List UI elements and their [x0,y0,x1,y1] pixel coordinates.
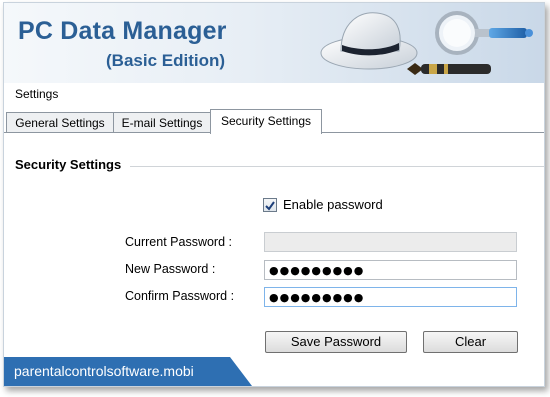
save-password-button[interactable]: Save Password [265,331,407,353]
tab-general-settings[interactable]: General Settings [6,112,114,133]
enable-password-label: Enable password [283,197,383,212]
header-illustration [320,11,533,75]
section-divider [130,166,544,167]
app-title: PC Data Manager [18,17,227,45]
app-window: PC Data Manager (Basic Edition) Settings… [3,2,545,387]
pen-icon [407,63,491,75]
magnifier-icon [435,11,533,55]
checkmark-icon [265,201,275,211]
section-title: Security Settings [15,157,122,172]
header-banner: PC Data Manager (Basic Edition) [4,3,544,83]
current-password-field[interactable] [264,232,517,252]
clear-button[interactable]: Clear [423,331,518,353]
tab-security-settings[interactable]: Security Settings [210,109,322,134]
settings-label: Settings [15,87,59,101]
new-password-label: New Password : [125,262,216,276]
enable-password-checkbox[interactable] [263,198,277,212]
confirm-password-label: Confirm Password : [125,289,235,303]
new-password-field[interactable]: ●●●●●●●●● [264,260,517,280]
app-edition: (Basic Edition) [106,51,226,70]
current-password-label: Current Password : [125,235,232,249]
settings-tabs: General Settings E-mail Settings Securit… [4,109,544,134]
confirm-password-field[interactable]: ●●●●●●●●● [264,287,517,307]
hat-icon [320,12,418,70]
tab-email-settings[interactable]: E-mail Settings [113,112,211,133]
footer-website[interactable]: parentalcontrolsoftware.mobi [14,363,194,379]
